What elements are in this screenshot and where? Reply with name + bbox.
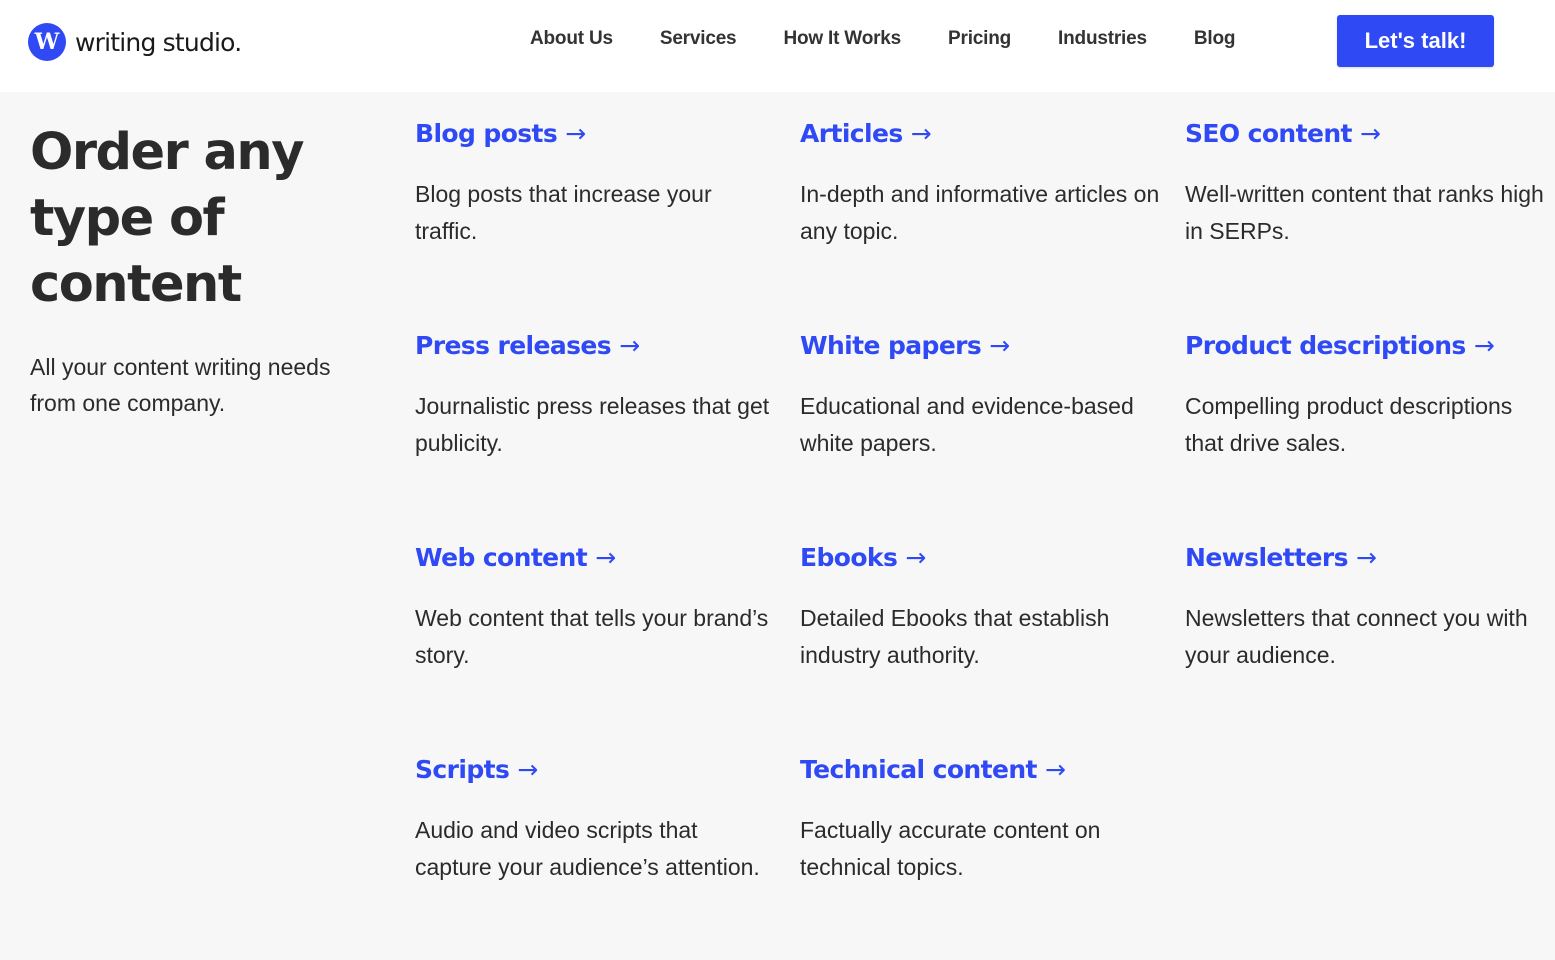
service-card: SEO content → Well-written content that … bbox=[1185, 112, 1555, 324]
arrow-right-icon: → bbox=[595, 543, 616, 572]
service-card: Blog posts → Blog posts that increase yo… bbox=[415, 112, 800, 324]
service-card: Articles → In-depth and informative arti… bbox=[800, 112, 1185, 324]
service-title: SEO content bbox=[1185, 119, 1352, 148]
hero-section: Order any type of content All your conte… bbox=[30, 120, 370, 421]
nav-pricing[interactable]: Pricing bbox=[948, 28, 1011, 50]
service-description: Detailed Ebooks that establish industry … bbox=[800, 605, 1110, 668]
main-nav: About Us Services How It Works Pricing I… bbox=[530, 28, 1282, 50]
service-title: Newsletters bbox=[1185, 543, 1348, 572]
logo-text: writing studio. bbox=[75, 27, 242, 57]
service-title: White papers bbox=[800, 331, 982, 360]
services-grid: Blog posts → Blog posts that increase yo… bbox=[415, 112, 1555, 960]
service-card: White papers → Educational and evidence-… bbox=[800, 324, 1185, 536]
service-link-technical-content[interactable]: Technical content → bbox=[800, 748, 1066, 792]
service-title: Technical content bbox=[800, 755, 1037, 784]
arrow-right-icon: → bbox=[517, 755, 538, 784]
logo-icon: W bbox=[28, 23, 66, 61]
service-card: Web content → Web content that tells you… bbox=[415, 536, 800, 748]
nav-about-us[interactable]: About Us bbox=[530, 28, 613, 50]
service-link-product-descriptions[interactable]: Product descriptions → bbox=[1185, 324, 1495, 368]
service-description: Compelling product descriptions that dri… bbox=[1185, 393, 1513, 456]
service-card: Product descriptions → Compelling produc… bbox=[1185, 324, 1555, 536]
service-description: Newsletters that connect you with your a… bbox=[1185, 605, 1528, 668]
service-description: Blog posts that increase your traffic. bbox=[415, 181, 712, 244]
service-card: Scripts → Audio and video scripts that c… bbox=[415, 748, 800, 960]
service-link-web-content[interactable]: Web content → bbox=[415, 536, 616, 580]
arrow-right-icon: → bbox=[1360, 119, 1381, 148]
service-link-white-papers[interactable]: White papers → bbox=[800, 324, 1010, 368]
service-description: Journalistic press releases that get pub… bbox=[415, 393, 770, 456]
arrow-right-icon: → bbox=[989, 331, 1010, 360]
service-description: Educational and evidence-based white pap… bbox=[800, 393, 1134, 456]
service-link-press-releases[interactable]: Press releases → bbox=[415, 324, 640, 368]
service-title: Blog posts bbox=[415, 119, 558, 148]
nav-industries[interactable]: Industries bbox=[1058, 28, 1147, 50]
page-title: Order any type of content bbox=[30, 123, 304, 314]
service-card: Newsletters → Newsletters that connect y… bbox=[1185, 536, 1555, 748]
service-title: Web content bbox=[415, 543, 588, 572]
nav-blog[interactable]: Blog bbox=[1194, 28, 1236, 50]
page-subtitle: All your content writing needs from one … bbox=[30, 354, 331, 416]
service-link-scripts[interactable]: Scripts → bbox=[415, 748, 538, 792]
service-link-seo-content[interactable]: SEO content → bbox=[1185, 112, 1381, 156]
arrow-right-icon: → bbox=[1473, 331, 1495, 360]
arrow-right-icon: → bbox=[565, 119, 586, 148]
nav-services[interactable]: Services bbox=[660, 28, 737, 50]
service-description: Factually accurate content on technical … bbox=[800, 817, 1101, 880]
lets-talk-button[interactable]: Let's talk! bbox=[1337, 15, 1494, 67]
service-description: Well-written content that ranks high in … bbox=[1185, 181, 1544, 244]
service-link-articles[interactable]: Articles → bbox=[800, 112, 932, 156]
service-description: Audio and video scripts that capture you… bbox=[415, 817, 760, 880]
service-card: Ebooks → Detailed Ebooks that establish … bbox=[800, 536, 1185, 748]
service-description: Web content that tells your brand’s stor… bbox=[415, 605, 769, 668]
arrow-right-icon: → bbox=[1045, 755, 1066, 784]
service-title: Articles bbox=[800, 119, 903, 148]
site-header: W writing studio. About Us Services How … bbox=[0, 0, 1555, 92]
arrow-right-icon: → bbox=[910, 119, 932, 148]
service-card: Press releases → Journalistic press rele… bbox=[415, 324, 800, 536]
arrow-right-icon: → bbox=[1355, 543, 1377, 572]
service-link-blog-posts[interactable]: Blog posts → bbox=[415, 112, 586, 156]
service-link-ebooks[interactable]: Ebooks → bbox=[800, 536, 926, 580]
service-card: Technical content → Factually accurate c… bbox=[800, 748, 1185, 960]
nav-how-it-works[interactable]: How It Works bbox=[783, 28, 901, 50]
service-link-newsletters[interactable]: Newsletters → bbox=[1185, 536, 1377, 580]
logo-link[interactable]: W writing studio. bbox=[28, 23, 242, 61]
service-title: Ebooks bbox=[800, 543, 898, 572]
arrow-right-icon: → bbox=[905, 543, 926, 572]
arrow-right-icon: → bbox=[619, 331, 640, 360]
service-title: Product descriptions bbox=[1185, 331, 1466, 360]
service-description: In-depth and informative articles on any… bbox=[800, 181, 1160, 244]
service-title: Press releases bbox=[415, 331, 612, 360]
service-title: Scripts bbox=[415, 755, 510, 784]
